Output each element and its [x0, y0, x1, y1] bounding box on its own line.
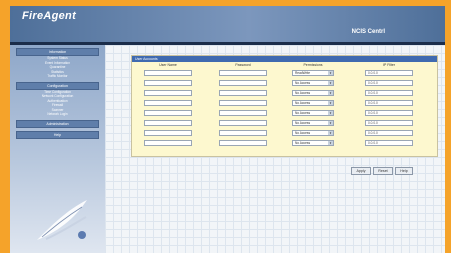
permissions-select[interactable]: No Access ▾ — [292, 100, 334, 106]
ip-filter-input[interactable]: 0.0.0.0 — [365, 80, 413, 86]
header-bar: FireAgent NCIS Centrl — [10, 6, 445, 42]
column-header-user-name: User Name — [159, 63, 177, 67]
ip-filter-input[interactable]: 0.0.0.0 — [365, 110, 413, 116]
password-input[interactable] — [219, 110, 267, 116]
sidebar-item[interactable]: Network Login — [16, 112, 99, 117]
permissions-value: No Access — [295, 101, 311, 105]
password-input[interactable] — [219, 140, 267, 146]
sidebar-section-administration: Administration — [16, 119, 99, 128]
sidebar-section-help: Help — [16, 130, 99, 139]
table-row: No Access ▾ 0.0.0.0 — [132, 79, 437, 87]
product-name: NCIS Centrl — [351, 29, 385, 35]
table-row: No Access ▾ 0.0.0.0 — [132, 129, 437, 137]
permissions-select[interactable]: No Access ▾ — [292, 130, 334, 136]
sidebar-heading[interactable]: Information — [16, 48, 99, 56]
app-window: FireAgent NCIS Centrl Information System… — [10, 6, 445, 253]
username-input[interactable] — [144, 80, 192, 86]
panel-title: User Accounts — [132, 56, 437, 62]
username-input[interactable] — [144, 130, 192, 136]
password-input[interactable] — [219, 90, 267, 96]
table-row: ReadWrite ▾ 0.0.0.0 — [132, 69, 437, 77]
password-input[interactable] — [219, 120, 267, 126]
username-input[interactable] — [144, 140, 192, 146]
permissions-value: No Access — [295, 91, 311, 95]
password-input[interactable] — [219, 80, 267, 86]
sidebar-section-information: Information System Status Event Informat… — [16, 48, 99, 79]
username-input[interactable] — [144, 70, 192, 76]
chevron-down-icon[interactable]: ▾ — [328, 141, 333, 145]
ip-filter-input[interactable]: 0.0.0.0 — [365, 100, 413, 106]
main-content: User Accounts User Name Password Permiss… — [105, 45, 445, 253]
column-header-ip-filter: IP Filter — [383, 63, 395, 67]
ip-filter-input[interactable]: 0.0.0.0 — [365, 120, 413, 126]
ip-filter-input[interactable]: 0.0.0.0 — [365, 130, 413, 136]
sidebar-heading[interactable]: Configuration — [16, 81, 99, 90]
sidebar-section-configuration: Configuration Time Configuration Network… — [16, 81, 99, 117]
permissions-value: No Access — [295, 141, 311, 145]
chevron-down-icon[interactable]: ▾ — [328, 131, 333, 135]
apply-button[interactable]: Apply — [351, 167, 371, 175]
table-row: No Access ▾ 0.0.0.0 — [132, 139, 437, 147]
chevron-down-icon[interactable]: ▾ — [328, 121, 333, 125]
user-accounts-panel: User Accounts User Name Password Permiss… — [131, 55, 438, 157]
reset-button[interactable]: Reset — [373, 167, 393, 175]
sidebar: Information System Status Event Informat… — [10, 45, 105, 253]
ip-filter-input[interactable]: 0.0.0.0 — [365, 70, 413, 76]
chevron-down-icon[interactable]: ▾ — [328, 71, 333, 75]
permissions-select[interactable]: No Access ▾ — [292, 120, 334, 126]
username-input[interactable] — [144, 100, 192, 106]
sidebar-heading[interactable]: Administration — [16, 119, 99, 128]
password-input[interactable] — [219, 70, 267, 76]
username-input[interactable] — [144, 110, 192, 116]
ip-filter-input[interactable]: 0.0.0.0 — [365, 90, 413, 96]
sidebar-heading[interactable]: Help — [16, 130, 99, 139]
table-row: No Access ▾ 0.0.0.0 — [132, 89, 437, 97]
chevron-down-icon[interactable]: ▾ — [328, 81, 333, 85]
chevron-down-icon[interactable]: ▾ — [328, 91, 333, 95]
column-header-password: Password — [235, 63, 251, 67]
ip-filter-input[interactable]: 0.0.0.0 — [365, 140, 413, 146]
column-header-permissions: Permissions — [303, 63, 323, 67]
password-input[interactable] — [219, 100, 267, 106]
chevron-down-icon[interactable]: ▾ — [328, 101, 333, 105]
permissions-value: No Access — [295, 131, 311, 135]
table-row: No Access ▾ 0.0.0.0 — [132, 109, 437, 117]
feather-logo-icon — [37, 200, 87, 240]
help-button[interactable]: Help — [395, 167, 413, 175]
permissions-select[interactable]: No Access ▾ — [292, 110, 334, 116]
brand-logo: FireAgent — [22, 10, 77, 22]
username-input[interactable] — [144, 120, 192, 126]
permissions-select[interactable]: No Access ▾ — [292, 80, 334, 86]
chevron-down-icon[interactable]: ▾ — [328, 111, 333, 115]
sidebar-item[interactable]: Traffic Monitor — [16, 74, 99, 79]
permissions-value: ReadWrite — [295, 71, 310, 75]
permissions-value: No Access — [295, 111, 311, 115]
username-input[interactable] — [144, 90, 192, 96]
table-row: No Access ▾ 0.0.0.0 — [132, 119, 437, 127]
password-input[interactable] — [219, 130, 267, 136]
permissions-value: No Access — [295, 121, 311, 125]
permissions-select[interactable]: No Access ▾ — [292, 140, 334, 146]
permissions-select[interactable]: No Access ▾ — [292, 90, 334, 96]
permissions-value: No Access — [295, 81, 311, 85]
table-row: No Access ▾ 0.0.0.0 — [132, 99, 437, 107]
permissions-select[interactable]: ReadWrite ▾ — [292, 70, 334, 76]
